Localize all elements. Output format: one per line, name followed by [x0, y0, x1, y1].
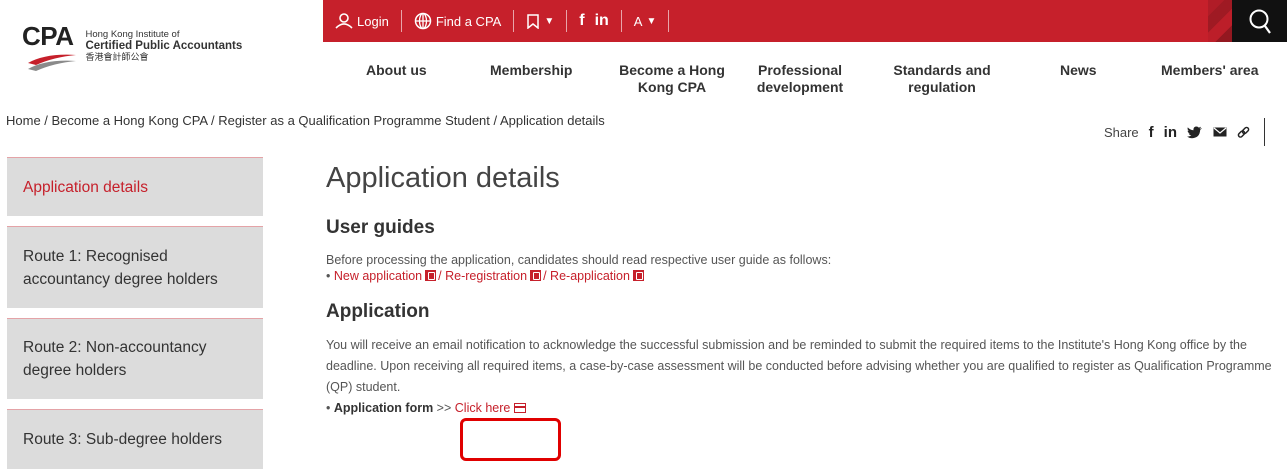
- chevron-down-icon: ▼: [544, 15, 555, 27]
- pdf-icon: [530, 270, 542, 281]
- sidebar-item-label: Application details: [23, 178, 148, 196]
- hkicpa-logo[interactable]: CPA Hong Kong Institute of Certified Pub…: [22, 21, 243, 71]
- nav-news[interactable]: News: [1060, 62, 1097, 79]
- search-icon: [1249, 9, 1271, 34]
- decorative-pattern: [1208, 0, 1232, 42]
- search-button[interactable]: [1232, 0, 1287, 42]
- share-label: Share: [1103, 124, 1139, 140]
- user-guides-intro: Before processing the application, candi…: [326, 253, 832, 267]
- logo-line-2: Certified Public Accountants: [85, 40, 243, 52]
- logo-swoosh-icon: [28, 54, 76, 71]
- sidebar-item-route-1[interactable]: Route 1: Recognised accountancy degree h…: [7, 226, 263, 308]
- share-bar: Share f in: [1104, 118, 1265, 146]
- pdf-icon: [425, 270, 437, 281]
- social-links: f in: [567, 10, 622, 32]
- bookmark-icon: [527, 13, 540, 29]
- separator: /: [438, 269, 442, 283]
- bookmark-menu-button[interactable]: ▼: [514, 10, 568, 32]
- utility-bar: Login Find a CPA ▼ f in A ▼: [323, 0, 1287, 42]
- breadcrumb[interactable]: Home / Become a Hong Kong CPA / Register…: [6, 113, 605, 128]
- sidebar-item-application-details[interactable]: Application details: [7, 157, 263, 216]
- main-content: Application details User guides Before p…: [326, 160, 1286, 419]
- twitter-share-icon[interactable]: [1187, 126, 1203, 139]
- pdf-icon: [632, 270, 644, 281]
- logo-line-3: 香港會計師公會: [85, 52, 149, 62]
- nav-membership[interactable]: Membership: [490, 62, 572, 79]
- login-button[interactable]: Login: [323, 10, 402, 32]
- bullet: •: [326, 401, 331, 415]
- new-window-icon: [514, 403, 527, 413]
- re-application-guide-link[interactable]: Re-application: [550, 269, 630, 283]
- bullet: •: [326, 269, 331, 283]
- page-title: Application details: [326, 162, 560, 194]
- sidebar-item-label: Route 3: Sub-degree holders: [23, 431, 223, 448]
- new-application-guide-link[interactable]: New application: [334, 269, 422, 283]
- facebook-icon[interactable]: f: [579, 12, 584, 30]
- nav-members-area[interactable]: Members' area: [1161, 62, 1259, 79]
- application-paragraph: You will receive an email notification t…: [326, 338, 1272, 394]
- find-cpa-label: Find a CPA: [435, 13, 502, 29]
- globe-icon: [414, 12, 432, 30]
- find-cpa-button[interactable]: Find a CPA: [402, 10, 515, 32]
- user-icon: [335, 13, 353, 29]
- share-divider: [1264, 118, 1265, 146]
- application-form-label: Application form: [333, 401, 434, 415]
- highlight-box: [460, 418, 561, 461]
- main-navigation: About us Membership Become a Hong Kong C…: [323, 42, 1287, 97]
- facebook-share-icon[interactable]: f: [1149, 124, 1154, 141]
- login-label: Login: [357, 13, 389, 29]
- nav-standards-regulation[interactable]: Standards and regulation: [871, 62, 1013, 96]
- nav-professional-development[interactable]: Professional development: [745, 62, 855, 96]
- user-guides-list: • New application / Re-registration / Re-a…: [326, 268, 1286, 284]
- nav-about-us[interactable]: About us: [366, 62, 427, 79]
- arrows: >>: [436, 401, 452, 415]
- email-share-icon[interactable]: [1213, 127, 1227, 137]
- font-size-label: A: [633, 13, 643, 29]
- application-form-click-here-link[interactable]: Click here: [455, 401, 511, 415]
- user-guides-heading: User guides: [326, 217, 435, 238]
- sidebar-item-label: Route 2: Non-accountancy degree holders: [23, 339, 207, 379]
- re-registration-guide-link[interactable]: Re-registration: [445, 269, 527, 283]
- separator: /: [543, 269, 547, 283]
- chevron-down-icon: ▼: [646, 15, 657, 27]
- linkedin-icon[interactable]: in: [595, 12, 609, 30]
- sidebar-item-route-2[interactable]: Route 2: Non-accountancy degree holders: [7, 318, 263, 399]
- sidebar-item-label: Route 1: Recognised accountancy degree h…: [23, 247, 218, 288]
- nav-become-hk-cpa[interactable]: Become a Hong Kong CPA: [611, 62, 733, 96]
- logo-mark: CPA: [22, 21, 74, 51]
- linkedin-share-icon[interactable]: in: [1164, 124, 1177, 141]
- link-share-icon[interactable]: [1237, 126, 1250, 139]
- application-form-line: • Application form >> Click here: [326, 398, 1286, 419]
- sidebar-item-route-3[interactable]: Route 3: Sub-degree holders: [7, 409, 263, 469]
- logo-line-1: Hong Kong Institute of: [85, 29, 180, 40]
- sidebar-nav: Application details Route 1: Recognised …: [7, 157, 263, 471]
- font-size-button[interactable]: A ▼: [622, 10, 670, 32]
- application-heading: Application: [326, 301, 430, 322]
